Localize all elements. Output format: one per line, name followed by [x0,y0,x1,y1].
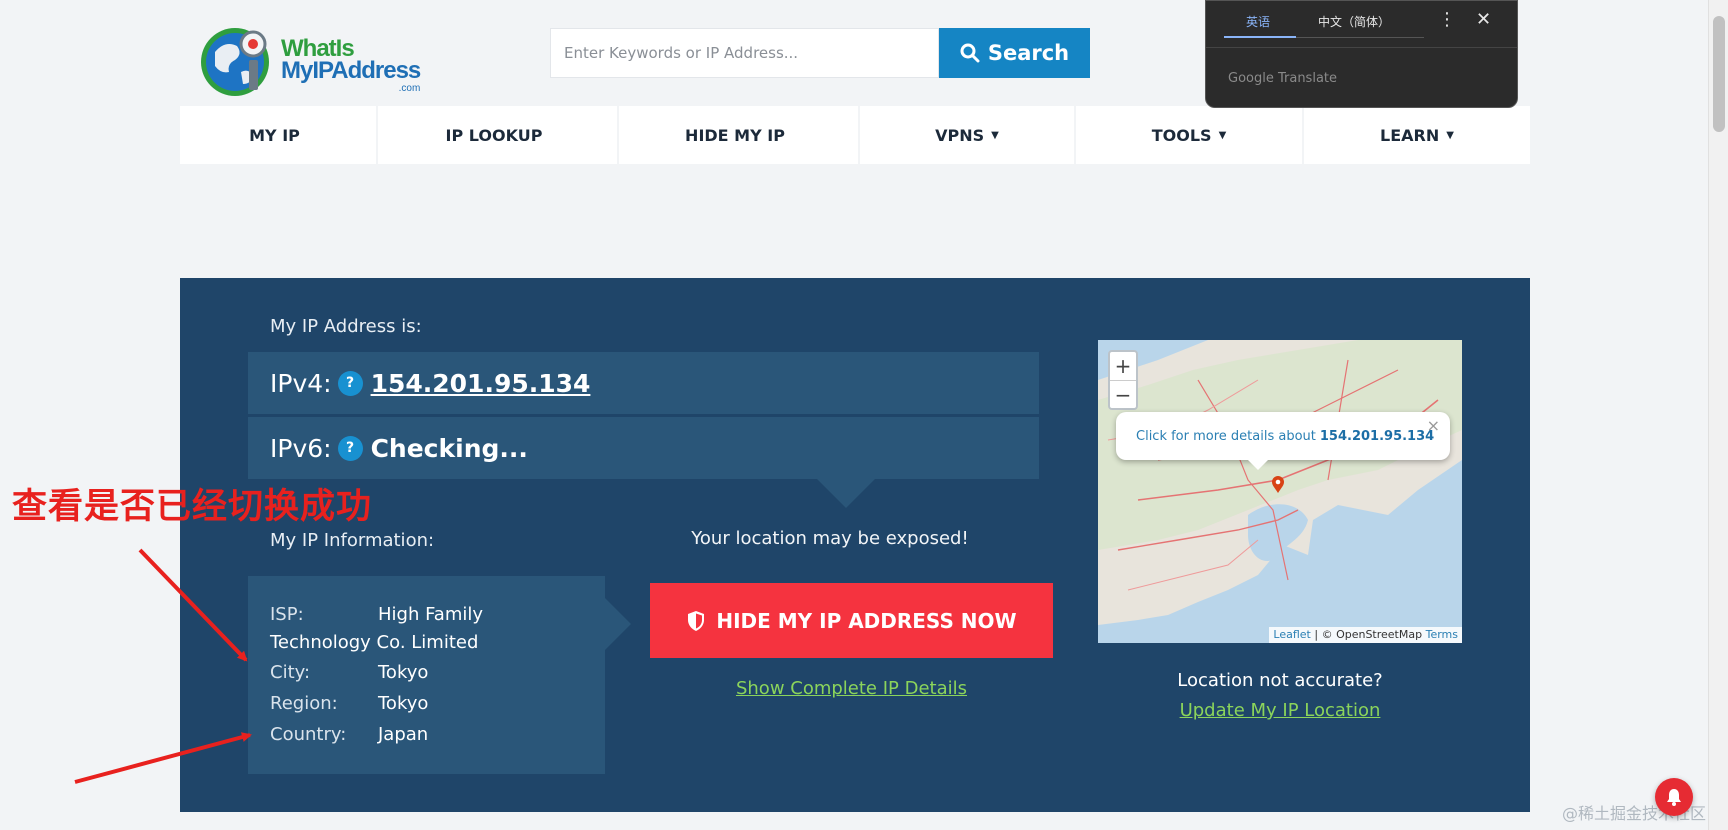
ipv4-row: IPv4: ? 154.201.95.134 [248,352,1039,414]
scrollbar-thumb[interactable] [1713,16,1725,132]
globe-logo-icon [201,28,269,96]
exposed-warning: Your location may be exposed! [691,528,969,549]
nav-label: LEARN [1380,125,1440,145]
translate-active-indicator [1224,36,1296,38]
hide-my-ip-button[interactable]: HIDE MY IP ADDRESS NOW [650,583,1053,658]
city-value: Tokyo [378,662,429,683]
map-marker-icon[interactable] [1271,476,1285,494]
map-zoom-control: + − [1108,350,1138,410]
search-input[interactable] [550,28,939,78]
map-attribution: Leaflet | © OpenStreetMap Terms [1269,627,1462,643]
ipv4-help-icon[interactable]: ? [337,370,363,396]
isp-value-cont: Technology Co. Limited [270,632,479,653]
region-line: Region: Tokyo [270,688,605,719]
translate-tab-source[interactable]: 英语 [1246,13,1270,30]
location-accuracy-question: Location not accurate? [1177,670,1383,691]
search-icon [960,43,980,63]
nav-label: TOOLS [1151,125,1212,145]
search-button[interactable]: Search [939,28,1090,78]
ip-address-heading: My IP Address is: [270,316,422,337]
map-popup[interactable]: Click for more details about 154.201.95.1… [1116,412,1450,460]
country-value: Japan [378,724,429,745]
attribution-text: | © OpenStreetMap [1310,628,1426,641]
translate-separator [1206,47,1517,48]
map-popup-close-icon[interactable]: × [1427,416,1440,435]
update-location-link[interactable]: Update My IP Location [1098,700,1462,721]
site-logo[interactable]: WhatIs MyIPAddress .com [197,22,437,102]
map-popup-ip: 154.201.95.134 [1319,428,1435,444]
nav-hide-my-ip[interactable]: HIDE MY IP [619,106,858,164]
ipv4-label: IPv4: [270,368,332,398]
page-scrollbar[interactable] [1708,0,1728,830]
map-popup-tip [1248,460,1268,470]
location-map[interactable]: + − Click for more details about 154.201.… [1098,340,1462,643]
ipv6-label: IPv6: [270,433,332,463]
nav-vpns[interactable]: VPNS ▼ [860,106,1074,164]
hide-my-ip-label: HIDE MY IP ADDRESS NOW [716,608,1017,633]
nav-label: VPNS [935,125,985,145]
ip-info-heading: My IP Information: [270,530,435,551]
nav-learn[interactable]: LEARN ▼ [1304,106,1530,164]
map-zoom-out-button[interactable]: − [1110,380,1136,408]
ip-info-box: ISP: High Family Technology Co. Limited C… [248,576,631,774]
nav-label: IP LOOKUP [445,125,543,145]
region-key: Region: [270,693,338,714]
nav-my-ip[interactable]: MY IP [180,106,376,164]
region-value: Tokyo [378,693,429,714]
leaflet-link[interactable]: Leaflet [1273,628,1310,641]
translate-tab-target[interactable]: 中文（简体） [1318,13,1390,30]
logo-wordmark: WhatIs MyIPAddress .com [281,37,421,94]
bell-icon [1667,789,1681,806]
city-line: City: Tokyo [270,657,605,688]
nav-caret-down-icon: ▼ [1218,129,1227,141]
nav-label: MY IP [249,125,300,145]
logo-tld: .com [398,83,421,94]
country-line: Country: Japan [270,719,605,750]
google-translate-brand: Google Translate [1228,71,1338,86]
logo-line-2: MyIPAddress [281,57,421,84]
annotation-label: 查看是否已经切换成功 [12,487,373,527]
ipv6-help-icon[interactable]: ? [337,435,363,461]
translate-more-icon[interactable]: ⋮ [1438,9,1456,30]
terms-link[interactable]: Terms [1426,628,1458,641]
nav-label: HIDE MY IP [685,125,785,145]
nav-caret-down-icon: ▼ [1446,129,1454,141]
country-key: Country: [270,724,347,745]
ipv6-row: IPv6: ? Checking... [248,417,1039,479]
map-zoom-in-button[interactable]: + [1110,352,1136,380]
show-ip-details-link[interactable]: Show Complete IP Details [650,678,1053,699]
nav-ip-lookup[interactable]: IP LOOKUP [378,106,617,164]
panel-pointer [816,478,876,508]
google-translate-popup: 英语 中文（简体） ⋮ ✕ Google Translate [1205,0,1518,108]
map-popup-text: Click for more details about [1136,428,1316,444]
isp-value: High Family [378,604,484,625]
nav-tools[interactable]: TOOLS ▼ [1076,106,1302,164]
nav-caret-down-icon: ▼ [991,129,999,141]
search-button-label: Search [987,41,1070,65]
ipv4-value-link[interactable]: 154.201.95.134 [371,369,591,398]
city-key: City: [270,662,311,683]
ip-hero-panel: My IP Address is: IPv4: ? 154.201.95.134… [180,278,1530,812]
isp-key: ISP: [270,604,304,625]
main-nav: MY IP IP LOOKUP HIDE MY IP VPNS ▼ TOOLS ▼ … [180,106,1530,164]
ipv6-value: Checking... [370,433,528,463]
isp-line: ISP: High Family Technology Co. Limited [270,601,605,657]
notification-bell-button[interactable] [1655,778,1693,816]
shield-icon [688,610,705,631]
translate-close-icon[interactable]: ✕ [1476,9,1491,30]
